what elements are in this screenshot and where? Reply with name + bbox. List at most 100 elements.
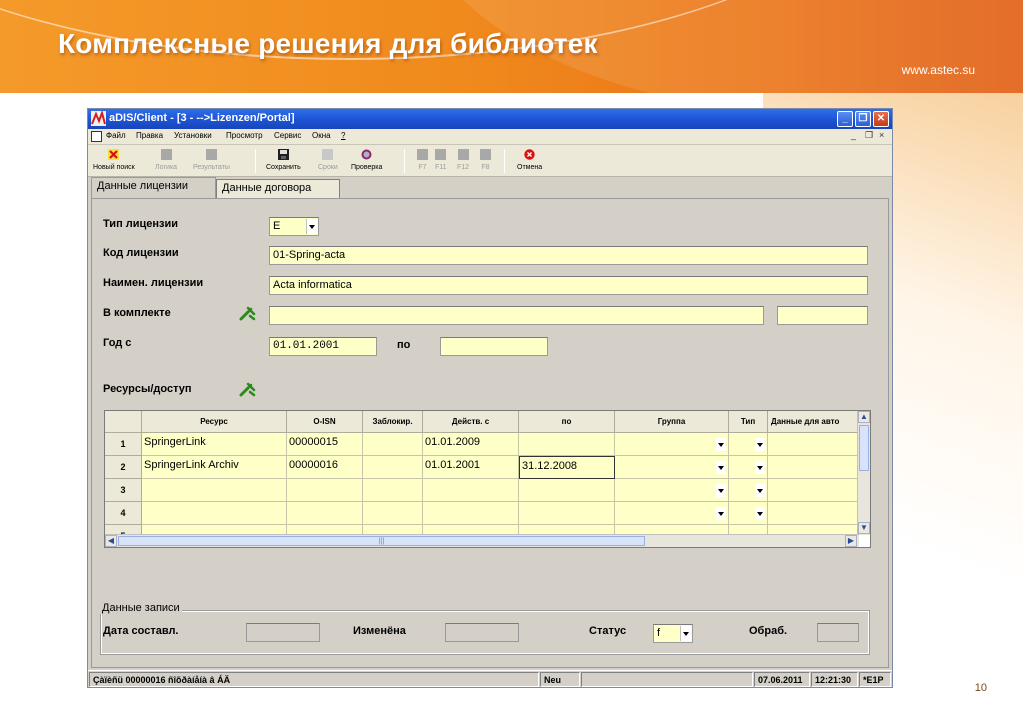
scroll-up-icon[interactable]: ▲ xyxy=(858,411,870,423)
status-select[interactable]: f xyxy=(653,624,693,643)
chevron-down-icon[interactable] xyxy=(755,507,765,520)
horizontal-scroll-thumb[interactable]: ||| xyxy=(118,536,645,546)
table-cell-valid-to-editing[interactable]: 31.12.2008 xyxy=(519,456,615,479)
table-cell-valid-to[interactable] xyxy=(519,433,615,456)
license-type-select[interactable]: E xyxy=(269,217,319,236)
table-cell-oisn[interactable] xyxy=(287,502,363,525)
slide-url[interactable]: www.astec.su xyxy=(902,63,975,77)
table-cell-group[interactable] xyxy=(615,433,729,456)
f12-button[interactable]: F12 xyxy=(457,147,469,171)
scroll-left-icon[interactable]: ◀ xyxy=(105,535,117,547)
document-icon[interactable] xyxy=(91,131,102,142)
bundle-extra-field[interactable] xyxy=(777,306,868,325)
table-cell-auto-data[interactable] xyxy=(768,433,859,456)
table-cell-blocked[interactable] xyxy=(363,433,423,456)
f11-button[interactable]: F11 xyxy=(435,147,447,171)
row-number[interactable]: 4 xyxy=(105,502,142,525)
window-titlebar[interactable]: aDIS/Client - [3 - -->Lizenzen/Portal] _… xyxy=(88,109,892,129)
restore-button[interactable]: ❐ xyxy=(855,111,871,127)
table-cell-oisn[interactable]: 00000015 xyxy=(287,433,363,456)
table-cell-blocked[interactable] xyxy=(363,502,423,525)
f7-button[interactable]: F7 xyxy=(417,147,428,171)
table-cell-auto-data[interactable] xyxy=(768,502,859,525)
chevron-down-icon[interactable] xyxy=(680,626,691,641)
new-search-button[interactable]: Новый поиск xyxy=(93,147,135,171)
table-cell-auto-data[interactable] xyxy=(768,456,859,479)
mdi-restore-button[interactable]: ❐ xyxy=(865,130,873,141)
bundle-field[interactable] xyxy=(269,306,764,325)
table-cell-resource[interactable] xyxy=(142,479,287,502)
column-header-group[interactable]: Группа xyxy=(615,411,729,433)
table-cell-valid-to[interactable] xyxy=(519,502,615,525)
row-number[interactable]: 3 xyxy=(105,479,142,502)
chevron-down-icon[interactable] xyxy=(755,484,765,497)
dates-button[interactable]: Сроки xyxy=(318,147,338,171)
f8-button[interactable]: F8 xyxy=(480,147,491,171)
created-date-field[interactable] xyxy=(246,623,320,642)
table-cell-valid-from[interactable] xyxy=(423,479,519,502)
cancel-button[interactable]: Отмена xyxy=(517,147,542,171)
horizontal-scrollbar[interactable]: ◀ ||| ▶ xyxy=(105,534,859,547)
table-cell-blocked[interactable] xyxy=(363,456,423,479)
column-header-auto-data[interactable]: Данные для авто xyxy=(768,411,859,433)
table-cell-valid-from[interactable] xyxy=(423,502,519,525)
chevron-down-icon[interactable] xyxy=(716,461,726,474)
logic-button[interactable]: Логика xyxy=(155,147,177,171)
table-cell-valid-from[interactable]: 01.01.2009 xyxy=(423,433,519,456)
menu-service[interactable]: Сервис xyxy=(274,131,301,140)
vertical-scroll-thumb[interactable] xyxy=(859,425,869,471)
chevron-down-icon[interactable] xyxy=(755,461,765,474)
save-button[interactable]: Сохранить xyxy=(266,147,301,171)
tools-icon[interactable] xyxy=(239,305,257,321)
menu-windows[interactable]: Окна xyxy=(312,131,331,140)
check-button[interactable]: Проверка xyxy=(351,147,382,171)
tools-icon[interactable] xyxy=(239,381,257,397)
table-cell-resource[interactable] xyxy=(142,502,287,525)
menu-edit[interactable]: Правка xyxy=(136,131,163,140)
table-cell-group[interactable] xyxy=(615,456,729,479)
vertical-scrollbar[interactable]: ▲ ▼ xyxy=(857,411,870,535)
chevron-down-icon[interactable] xyxy=(306,219,317,234)
menu-help[interactable]: ? xyxy=(341,131,345,140)
table-cell-group[interactable] xyxy=(615,502,729,525)
year-to-field[interactable] xyxy=(440,337,548,356)
mdi-minimize-button[interactable]: _ xyxy=(851,130,856,140)
scroll-right-icon[interactable]: ▶ xyxy=(845,535,857,547)
results-button[interactable]: Результаты xyxy=(193,147,230,171)
table-cell-oisn[interactable]: 00000016 xyxy=(287,456,363,479)
table-cell-resource[interactable]: SpringerLink Archiv xyxy=(142,456,287,479)
mdi-close-button[interactable]: × xyxy=(879,130,884,140)
row-number[interactable]: 2 xyxy=(105,456,142,479)
processed-field[interactable] xyxy=(817,623,859,642)
column-header-type[interactable]: Тип xyxy=(729,411,768,433)
row-number[interactable]: 1 xyxy=(105,433,142,456)
column-header-valid-from[interactable]: Действ. с xyxy=(423,411,519,433)
menu-view[interactable]: Просмотр xyxy=(226,131,263,140)
table-cell-blocked[interactable] xyxy=(363,479,423,502)
tab-license-data[interactable]: Данные лицензии xyxy=(91,177,216,198)
chevron-down-icon[interactable] xyxy=(755,438,765,451)
close-button[interactable]: ✕ xyxy=(873,111,889,127)
tab-contract-data[interactable]: Данные договора xyxy=(216,179,340,198)
scroll-down-icon[interactable]: ▼ xyxy=(858,522,870,534)
chevron-down-icon[interactable] xyxy=(716,484,726,497)
column-header-blocked[interactable]: Заблокир. xyxy=(363,411,423,433)
chevron-down-icon[interactable] xyxy=(716,507,726,520)
column-header-oisn[interactable]: O-ISN xyxy=(287,411,363,433)
table-cell-valid-from[interactable]: 01.01.2001 xyxy=(423,456,519,479)
license-name-field[interactable]: Acta informatica xyxy=(269,276,868,295)
minimize-button[interactable]: _ xyxy=(837,111,853,127)
table-cell-oisn[interactable] xyxy=(287,479,363,502)
column-header-resource[interactable]: Ресурс xyxy=(142,411,287,433)
table-cell-auto-data[interactable] xyxy=(768,479,859,502)
license-code-field[interactable]: 01-Spring-acta xyxy=(269,246,868,265)
menu-file[interactable]: Файл xyxy=(106,131,126,140)
column-header-valid-to[interactable]: по xyxy=(519,411,615,433)
year-from-field[interactable]: 01.01.2001 xyxy=(269,337,377,356)
menu-settings[interactable]: Установки xyxy=(174,131,212,140)
table-cell-group[interactable] xyxy=(615,479,729,502)
changed-field[interactable] xyxy=(445,623,519,642)
table-cell-valid-to[interactable] xyxy=(519,479,615,502)
chevron-down-icon[interactable] xyxy=(716,438,726,451)
table-cell-resource[interactable]: SpringerLink xyxy=(142,433,287,456)
